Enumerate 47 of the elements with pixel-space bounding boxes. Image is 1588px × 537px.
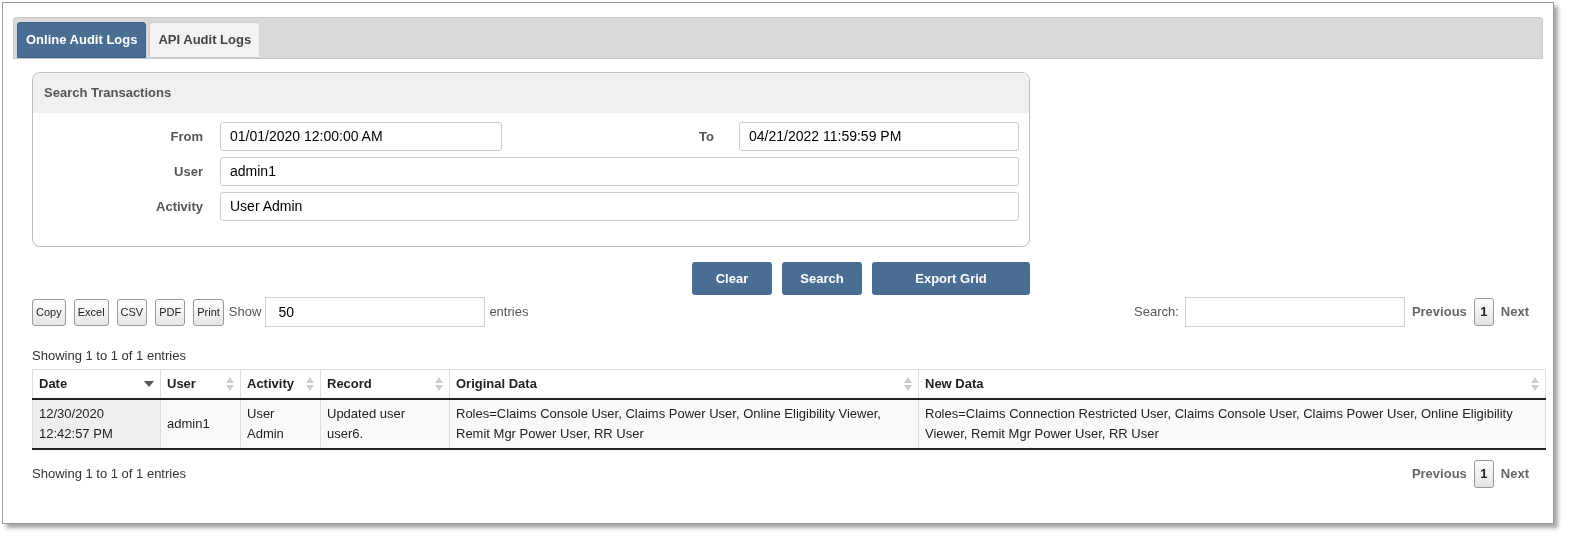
action-button[interactable]: Export Grid [872,262,1030,295]
page-button[interactable]: 1 [1473,298,1494,326]
show-label: Show [228,303,262,322]
export-button[interactable]: Print [193,298,224,326]
previous-link[interactable]: Previous [1411,464,1467,484]
export-button[interactable]: CSV [116,298,148,326]
sort-icon[interactable] [435,376,443,391]
sort-icon[interactable] [226,376,234,391]
next-link[interactable]: Next [1500,464,1529,484]
export-button[interactable]: Excel [73,298,109,326]
page-button[interactable]: 1 [1473,460,1494,488]
table-info: Showing 1 to 1 of 1 entries [32,347,187,365]
field-label: User [173,162,203,181]
input-field[interactable]: 04/21/2022 11:59:59 PM [739,122,1019,151]
table-cell: admin1 [160,399,241,449]
search-label: Search: [1134,303,1179,322]
action-button[interactable]: Search [782,262,862,295]
field-label: To [699,127,714,146]
sort-icon[interactable] [904,376,912,391]
next-link[interactable]: Next [1500,302,1529,322]
table-info: Showing 1 to 1 of 1 entries [32,465,186,484]
field-label: Activity [155,197,203,216]
tab[interactable]: API Audit Logs [149,22,261,58]
sort-icon[interactable] [306,376,314,391]
search-field[interactable] [1184,297,1405,327]
column-header[interactable]: New Data [925,374,984,394]
column-header[interactable]: Original Data [456,374,537,394]
panel-title: Search Transactions [44,84,172,103]
previous-link[interactable]: Previous [1411,302,1467,322]
sort-descending-icon[interactable] [144,380,154,387]
table-cell: Roles=Claims Connection Restricted User, Claims Console User, Claims Power User, Online Eligibility Viewer, Remit Mgr Power User, RR User [918,399,1546,449]
input-field[interactable]: 01/01/2020 12:00:00 AM [220,122,502,151]
input-field[interactable]: User Admin [220,192,1019,221]
tab[interactable]: Online Audit Logs [17,22,147,58]
entries-label: entries [489,303,529,322]
entries-select[interactable]: 50 [265,297,486,327]
table-cell: Updated user user6. [320,399,450,449]
export-button[interactable]: PDF [155,298,186,326]
table-cell: Roles=Claims Console User, Claims Power User, Online Eligibility Viewer, Remit Mgr Power User, RR User [449,399,919,449]
table-cell: 12/30/2020 12:42:57 PM [32,399,161,449]
sort-icon[interactable] [1531,376,1539,391]
action-button[interactable]: Clear [692,262,772,295]
table-cell: User Admin [240,399,321,449]
export-button[interactable]: Copy [32,298,66,326]
field-label: From [169,127,203,146]
column-header[interactable]: Date [39,374,68,394]
input-field[interactable]: admin1 [220,157,1019,186]
